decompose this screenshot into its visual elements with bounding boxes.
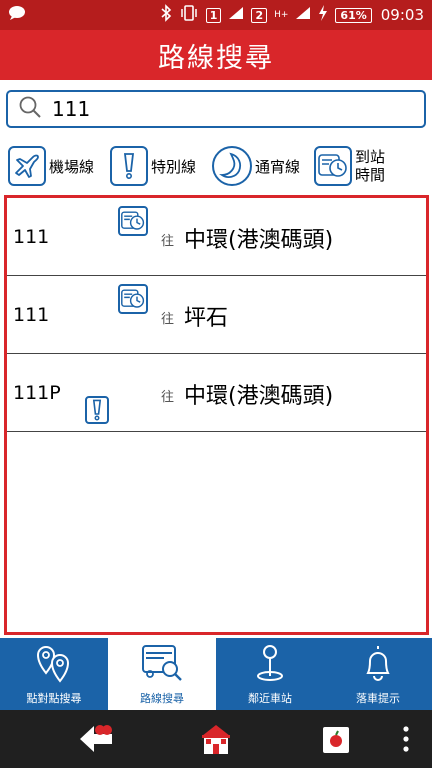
- nav-nearby-stops-label: 鄰近車站: [248, 692, 292, 705]
- vibrate-icon: [179, 5, 199, 25]
- route-results-list: 111 往 中環(港澳碼頭) 111 往 坪石 111P 往 中環(港澳碼頭): [4, 195, 429, 635]
- nav-route-search-label: 路線搜尋: [140, 692, 184, 705]
- system-navigation-bar: [0, 710, 432, 768]
- bell-icon: [356, 643, 400, 690]
- signal-icon-2: [295, 6, 311, 24]
- back-icon[interactable]: [76, 722, 116, 760]
- search-icon: [18, 95, 42, 123]
- filter-arrival-time-label: 到站 時間: [355, 148, 386, 184]
- status-bar: 1 2 H+ 61% 09:03: [0, 0, 432, 30]
- bottom-navigation: 點對點搜尋 路線搜尋 鄰近車站 落車提示: [0, 638, 432, 710]
- search-box[interactable]: [6, 90, 426, 128]
- nav-route-search[interactable]: 路線搜尋: [108, 638, 216, 710]
- filter-overnight-label: 通宵線: [255, 157, 301, 176]
- search-input[interactable]: [52, 97, 382, 121]
- to-label: 往: [161, 234, 175, 249]
- filter-special-label: 特別線: [151, 157, 197, 176]
- exclamation-icon: [110, 146, 149, 186]
- page-title-bar: 路線搜尋: [0, 30, 432, 80]
- route-number: 111: [13, 226, 50, 248]
- filter-airport-label: 機場線: [49, 157, 95, 176]
- route-type-filters: 機場線 特別線 通宵線 到站 時間: [0, 142, 432, 190]
- charging-icon: [318, 5, 328, 25]
- recent-apps-icon[interactable]: [320, 722, 352, 760]
- bus-search-icon: [140, 643, 184, 690]
- bus-clock-icon: [118, 284, 148, 314]
- nav-point-to-point[interactable]: 點對點搜尋: [0, 638, 108, 710]
- location-pins-icon: [32, 643, 76, 690]
- overflow-menu-icon[interactable]: [402, 726, 410, 756]
- to-label: 往: [161, 312, 175, 327]
- filter-special[interactable]: 特別線: [110, 146, 196, 186]
- battery-indicator: 61%: [335, 7, 372, 23]
- nav-alight-reminder-label: 落車提示: [356, 692, 400, 705]
- map-pin-icon: [248, 643, 292, 690]
- page-title: 路線搜尋: [158, 42, 274, 74]
- bluetooth-icon: [160, 4, 172, 26]
- sim2-badge: 2: [251, 7, 268, 23]
- list-item[interactable]: 111 往 坪石: [7, 276, 426, 354]
- moon-icon: [212, 146, 253, 186]
- route-number: 111: [13, 304, 50, 326]
- home-icon[interactable]: [198, 722, 234, 760]
- signal-icon: [228, 6, 244, 24]
- route-destination: 坪石: [184, 306, 229, 331]
- bus-clock-icon: [118, 206, 148, 236]
- clock: 09:03: [380, 6, 424, 24]
- network-type: H+: [274, 9, 289, 20]
- list-item[interactable]: 111P 往 中環(港澳碼頭): [7, 354, 426, 432]
- list-item[interactable]: 111 往 中環(港澳碼頭): [7, 198, 426, 276]
- route-number: 111P: [13, 382, 61, 404]
- nav-nearby-stops[interactable]: 鄰近車站: [216, 638, 324, 710]
- filter-airport[interactable]: 機場線: [8, 146, 94, 186]
- nav-alight-reminder[interactable]: 落車提示: [324, 638, 432, 710]
- bus-clock-icon: [314, 146, 353, 186]
- to-label: 往: [161, 390, 175, 405]
- filter-overnight[interactable]: 通宵線: [212, 146, 300, 186]
- sim1-badge: 1: [205, 7, 222, 23]
- filter-arrival-time[interactable]: 到站 時間: [314, 146, 391, 186]
- airplane-icon: [8, 146, 46, 186]
- chat-icon: [8, 5, 26, 25]
- route-destination: 中環(港澳碼頭): [184, 384, 334, 409]
- nav-point-to-point-label: 點對點搜尋: [26, 692, 82, 705]
- route-destination: 中環(港澳碼頭): [184, 228, 334, 253]
- exclamation-icon: [85, 396, 109, 424]
